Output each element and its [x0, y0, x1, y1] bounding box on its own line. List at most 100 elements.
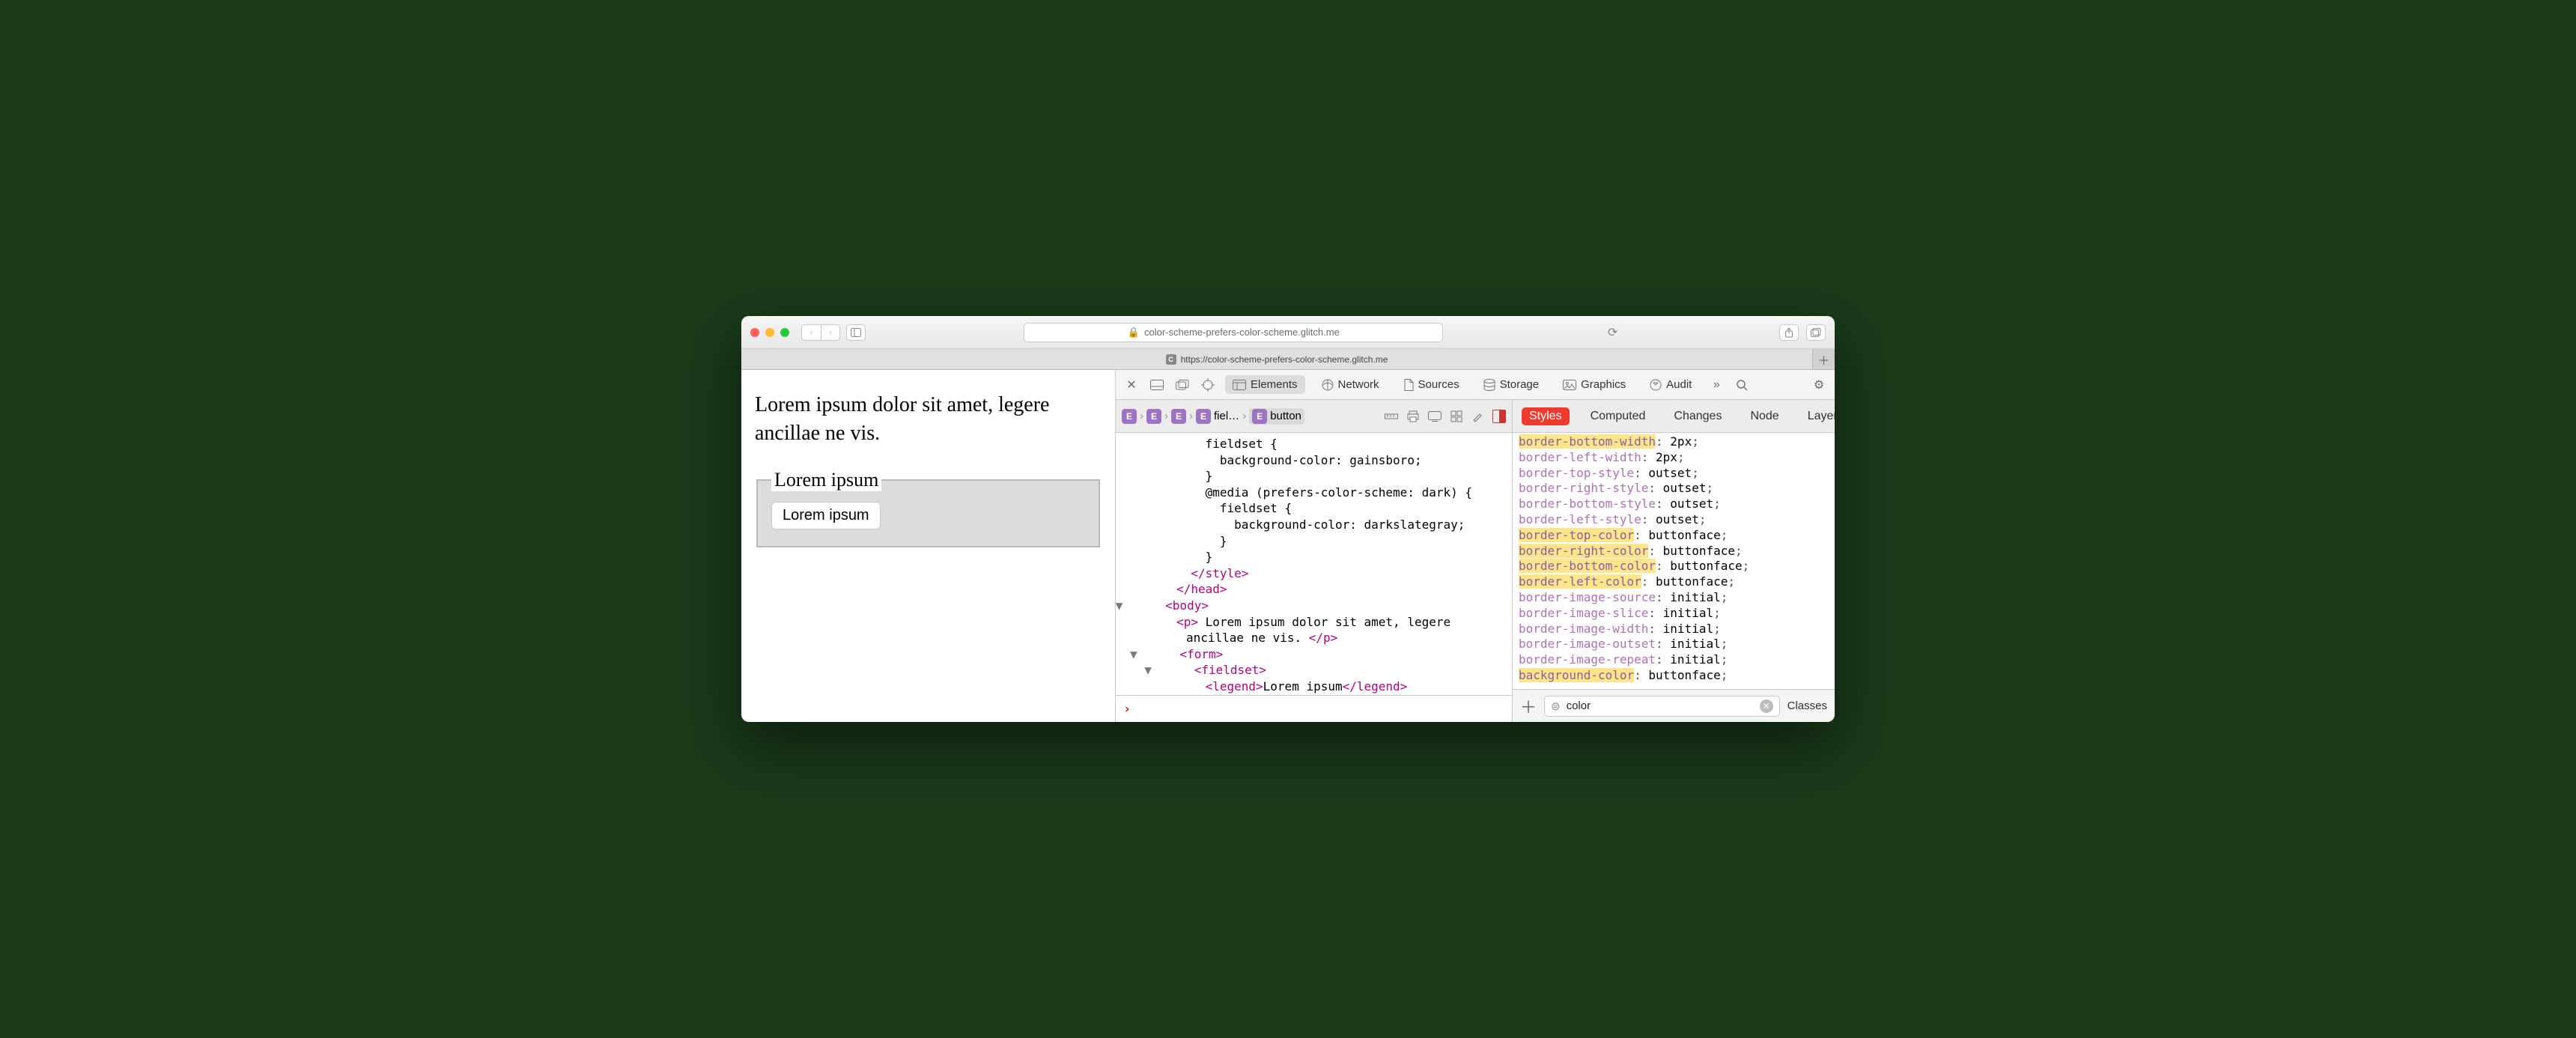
elements-panel: E › E › E › Efiel… › Ebutton [1116, 400, 1513, 722]
style-property[interactable]: border-right-style: outset; [1519, 481, 1829, 497]
sources-icon [1403, 379, 1414, 391]
crumb-2[interactable]: E [1171, 409, 1186, 424]
style-property[interactable]: border-left-color: buttonface; [1519, 574, 1829, 590]
zoom-window-button[interactable] [780, 328, 789, 337]
close-window-button[interactable] [750, 328, 759, 337]
filter-icon: ⊜ [1551, 699, 1561, 713]
reload-button[interactable]: ⟳ [1605, 324, 1621, 341]
dom-line[interactable]: </head> [1119, 581, 1507, 598]
dom-line[interactable]: ▼ <fieldset> [1119, 662, 1507, 679]
style-property[interactable]: border-bottom-style: outset; [1519, 497, 1829, 512]
ruler-icon[interactable] [1385, 411, 1398, 422]
style-property[interactable]: border-bottom-color: buttonface; [1519, 559, 1829, 574]
tab-sources[interactable]: Sources [1396, 375, 1467, 394]
dom-breadcrumb: E › E › E › Efiel… › Ebutton [1116, 400, 1512, 433]
styles-panel: Styles Computed Changes Node Layers bord… [1513, 400, 1835, 722]
dom-tree[interactable]: fieldset { background-color: gainsboro; … [1116, 433, 1512, 695]
crumb-fieldset[interactable]: Efiel… [1196, 409, 1239, 424]
page-preview: Lorem ipsum dolor sit amet, legere ancil… [741, 370, 1116, 722]
settings-icon[interactable]: ⚙ [1811, 377, 1827, 393]
style-property[interactable]: border-left-style: outset; [1519, 512, 1829, 528]
dom-line[interactable]: fieldset { [1119, 500, 1507, 517]
crumb-0[interactable]: E [1122, 409, 1137, 424]
styles-tab-changes[interactable]: Changes [1666, 407, 1729, 425]
styles-tab-node[interactable]: Node [1743, 407, 1786, 425]
print-icon[interactable] [1407, 410, 1419, 422]
console-prompt-icon: › [1123, 702, 1131, 717]
style-property[interactable]: border-image-width: initial; [1519, 622, 1829, 637]
dom-line[interactable]: background-color: gainsboro; [1119, 452, 1507, 469]
style-property[interactable]: border-image-slice: initial; [1519, 606, 1829, 622]
minimize-window-button[interactable] [765, 328, 774, 337]
page-legend: Lorem ipsum [771, 469, 881, 491]
close-devtools-icon[interactable]: ✕ [1123, 377, 1140, 393]
style-property[interactable]: border-image-repeat: initial; [1519, 652, 1829, 668]
dock-bottom-icon[interactable] [1149, 377, 1165, 393]
address-bar[interactable]: 🔒 color-scheme-prefers-color-scheme.glit… [1024, 323, 1443, 342]
tab-audit[interactable]: Audit [1642, 375, 1699, 394]
style-property[interactable]: border-top-style: outset; [1519, 466, 1829, 482]
dom-line[interactable]: } [1119, 533, 1507, 550]
overflow-icon[interactable]: » [1708, 377, 1725, 393]
page-paragraph: Lorem ipsum dolor sit amet, legere ancil… [755, 391, 1102, 448]
device-icon[interactable] [1428, 411, 1442, 422]
paint-icon[interactable] [1471, 410, 1483, 422]
lock-icon: 🔒 [1128, 327, 1140, 339]
share-button[interactable] [1779, 324, 1799, 341]
browser-tab[interactable]: C https://color-scheme-prefers-color-sch… [741, 349, 1812, 369]
console-drawer[interactable]: › [1116, 695, 1512, 722]
classes-button[interactable]: Classes [1787, 699, 1827, 712]
crumb-1[interactable]: E [1146, 409, 1161, 424]
new-tab-button[interactable]: ＋ [1812, 349, 1835, 369]
styles-tab-layers[interactable]: Layers [1800, 407, 1835, 425]
crumb-button[interactable]: Ebutton [1249, 408, 1304, 425]
target-icon[interactable] [1200, 377, 1216, 393]
style-property[interactable]: border-image-outset: initial; [1519, 637, 1829, 652]
search-icon[interactable] [1734, 377, 1750, 393]
new-rule-button[interactable]: ＋ [1520, 694, 1537, 718]
dom-line[interactable]: } [1119, 468, 1507, 485]
dock-popout-icon[interactable] [1174, 377, 1191, 393]
style-property[interactable]: border-left-width: 2px; [1519, 450, 1829, 466]
chevron-right-icon: › [1164, 410, 1168, 422]
traffic-lights [750, 328, 789, 337]
dom-line[interactable]: <p> Lorem ipsum dolor sit amet, legere a… [1119, 614, 1507, 646]
styles-footer: ＋ ⊜ color ✕ Classes [1513, 689, 1835, 722]
styles-tab-styles[interactable]: Styles [1522, 407, 1570, 425]
dom-line[interactable]: <legend>Lorem ipsum</legend> [1119, 679, 1507, 695]
style-property[interactable]: border-top-color: buttonface; [1519, 528, 1829, 544]
dom-line[interactable]: </style> [1119, 565, 1507, 582]
styles-tab-computed[interactable]: Computed [1583, 407, 1653, 425]
nav-buttons: ‹ › [801, 324, 840, 341]
back-button[interactable]: ‹ [801, 324, 821, 341]
dom-line[interactable]: fieldset { [1119, 436, 1507, 452]
clear-filter-button[interactable]: ✕ [1760, 699, 1773, 713]
dom-line[interactable]: @media (prefers-color-scheme: dark) { [1119, 485, 1507, 501]
storage-icon [1483, 379, 1495, 391]
layout-toggle-icon[interactable] [1492, 410, 1506, 423]
tab-graphics[interactable]: Graphics [1555, 375, 1633, 394]
tab-network[interactable]: Network [1314, 375, 1387, 394]
tab-elements[interactable]: Elements [1225, 375, 1305, 394]
dom-line[interactable]: ▼ <form> [1119, 646, 1507, 663]
style-property[interactable]: border-image-source: initial; [1519, 590, 1829, 606]
elements-icon [1233, 380, 1246, 390]
styles-filter-input[interactable]: ⊜ color ✕ [1544, 696, 1780, 717]
sidebar-toggle-button[interactable] [846, 324, 866, 341]
show-tabs-button[interactable] [1806, 324, 1826, 341]
style-property[interactable]: border-bottom-width: 2px; [1519, 434, 1829, 450]
tab-storage[interactable]: Storage [1476, 375, 1547, 394]
devtools-tabbar: ✕ Elements Network Sources [1116, 370, 1835, 400]
dom-line[interactable]: ▼ <body> [1119, 598, 1507, 614]
styles-list[interactable]: border-bottom-width: 2px;border-left-wid… [1513, 433, 1835, 689]
forward-button[interactable]: › [821, 324, 840, 341]
filter-value: color [1567, 699, 1591, 712]
browser-window: ‹ › 🔒 color-scheme-prefers-color-scheme.… [741, 316, 1835, 722]
chevron-right-icon: › [1242, 410, 1246, 422]
grid-icon[interactable] [1450, 410, 1462, 422]
style-property[interactable]: background-color: buttonface; [1519, 668, 1829, 684]
style-property[interactable]: border-right-color: buttonface; [1519, 544, 1829, 559]
page-button[interactable]: Lorem ipsum [771, 502, 881, 529]
dom-line[interactable]: background-color: darkslategray; [1119, 517, 1507, 533]
dom-line[interactable]: } [1119, 549, 1507, 565]
